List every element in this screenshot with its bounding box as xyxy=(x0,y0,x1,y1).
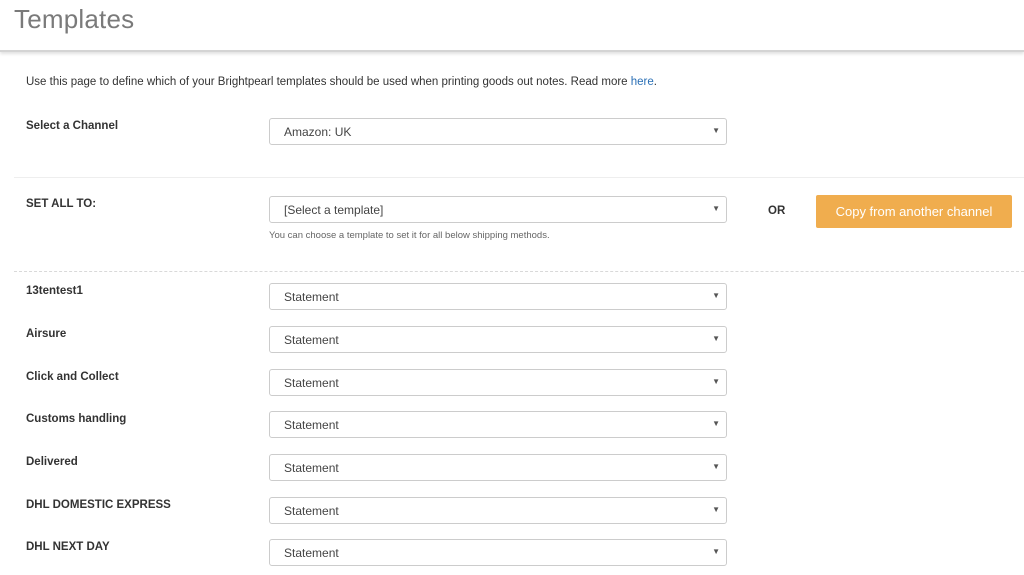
shipping-method-label: DHL DOMESTIC EXPRESS xyxy=(26,499,171,511)
caret-down-icon: ▼ xyxy=(712,419,720,428)
caret-down-icon: ▼ xyxy=(712,291,720,300)
dashed-divider xyxy=(14,271,1024,272)
intro-body: Use this page to define which of your Br… xyxy=(26,76,631,88)
caret-down-icon: ▼ xyxy=(712,547,720,556)
page-title: Templates xyxy=(14,4,135,34)
caret-down-icon: ▼ xyxy=(712,204,720,213)
shipping-method-label: Delivered xyxy=(26,456,78,468)
set-all-label: SET ALL TO: xyxy=(26,198,97,210)
channel-select[interactable]: Amazon: UK ▼ xyxy=(269,118,727,145)
caret-down-icon: ▼ xyxy=(712,377,720,386)
shipping-method-template-select[interactable]: Statement ▼ xyxy=(269,454,727,481)
shipping-method-label: Click and Collect xyxy=(26,371,119,383)
channel-label: Select a Channel xyxy=(26,120,119,132)
intro-suffix: . xyxy=(653,76,657,88)
or-label: OR xyxy=(768,205,786,217)
caret-down-icon: ▼ xyxy=(712,462,720,471)
set-all-select-value: [Select a template] xyxy=(284,203,384,217)
shipping-method-label: Customs handling xyxy=(26,413,127,425)
shipping-method-template-select[interactable]: Statement ▼ xyxy=(269,539,727,566)
shipping-method-template-select[interactable]: Statement ▼ xyxy=(269,283,727,310)
copy-from-channel-button[interactable]: Copy from another channel xyxy=(816,195,1012,228)
shipping-method-template-select[interactable]: Statement ▼ xyxy=(269,411,727,438)
read-more-link[interactable]: here xyxy=(631,76,654,88)
channel-select-value: Amazon: UK xyxy=(284,125,352,139)
select-value: Statement xyxy=(284,290,339,304)
select-value: Statement xyxy=(284,546,339,560)
select-value: Statement xyxy=(284,504,339,518)
caret-down-icon: ▼ xyxy=(712,505,720,514)
select-value: Statement xyxy=(284,376,339,390)
page-header: Templates xyxy=(0,0,1024,52)
caret-down-icon: ▼ xyxy=(712,126,720,135)
shipping-method-label: Airsure xyxy=(26,328,67,340)
shipping-method-template-select[interactable]: Statement ▼ xyxy=(269,497,727,524)
shipping-method-label: 13tentest1 xyxy=(26,285,83,297)
select-value: Statement xyxy=(284,461,339,475)
set-all-hint: You can choose a template to set it for … xyxy=(269,230,550,241)
shipping-method-template-select[interactable]: Statement ▼ xyxy=(269,369,727,396)
shipping-method-template-select[interactable]: Statement ▼ xyxy=(269,326,727,353)
select-value: Statement xyxy=(284,418,339,432)
set-all-template-select[interactable]: [Select a template] ▼ xyxy=(269,196,727,223)
section-divider xyxy=(14,177,1024,178)
shipping-method-label: DHL NEXT DAY xyxy=(26,541,110,553)
caret-down-icon: ▼ xyxy=(712,334,720,343)
intro-text: Use this page to define which of your Br… xyxy=(26,76,657,88)
select-value: Statement xyxy=(284,333,339,347)
